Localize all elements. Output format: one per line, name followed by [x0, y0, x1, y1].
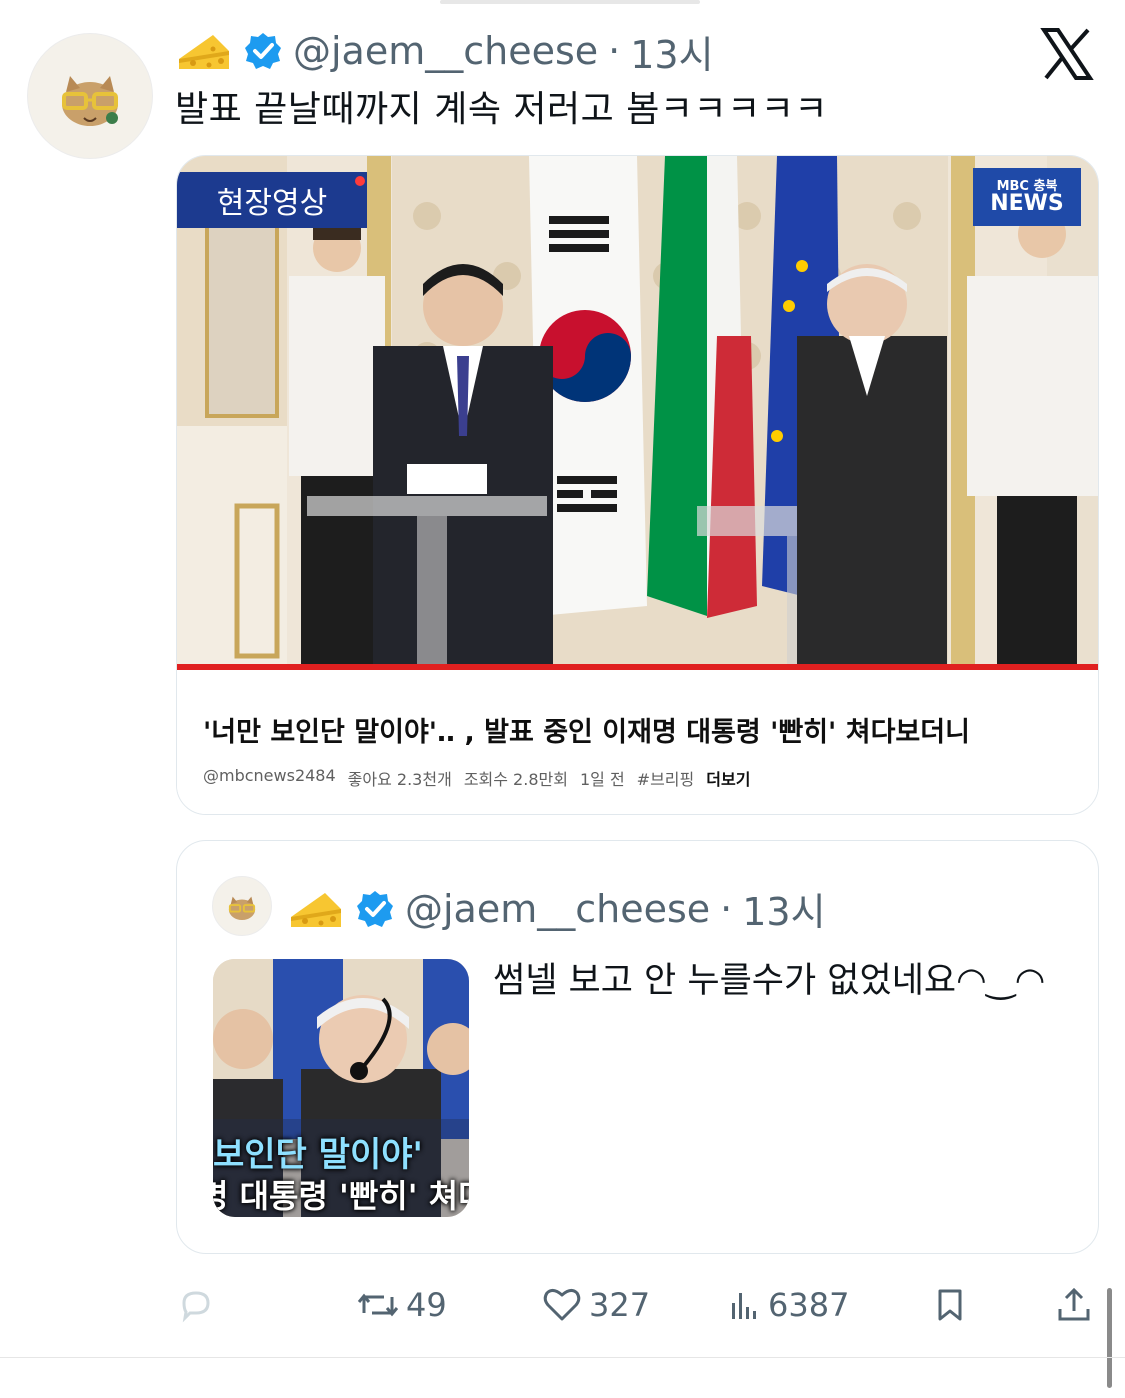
reply-icon: [182, 1291, 210, 1323]
post-text: 발표 끝날때까지 계속 저러고 봄ㅋㅋㅋㅋㅋ: [175, 89, 828, 130]
author-handle[interactable]: @jaem__cheese: [293, 29, 598, 73]
quoted-header-separator: ·: [720, 886, 733, 931]
bookmark-icon: [938, 1289, 962, 1321]
header-separator: ·: [608, 29, 621, 73]
post-timestamp[interactable]: 13시: [630, 24, 713, 79]
more-link[interactable]: 더보기: [706, 766, 750, 790]
repost-button[interactable]: 49: [356, 1280, 447, 1330]
like-button[interactable]: 327: [541, 1280, 650, 1330]
like-count: 327: [589, 1286, 651, 1324]
cheese-icon: [179, 35, 229, 69]
video-meta: @mbcnews2484 좋아요 2.3천개 조회수 2.8만회 1일 전 #브…: [203, 766, 750, 790]
verified-badge-icon: [357, 890, 393, 927]
quoted-post-header: @jaem__cheese · 13시: [287, 881, 826, 936]
news-badge-big: NEWS: [990, 190, 1064, 216]
quoted-author-handle[interactable]: @jaem__cheese: [405, 887, 710, 931]
top-edge-shadow: [440, 0, 700, 4]
reply-button[interactable]: [176, 1280, 222, 1330]
avatar-image: [62, 76, 118, 126]
post-divider: [0, 1357, 1125, 1358]
bookmark-button[interactable]: [932, 1280, 968, 1330]
views-button[interactable]: 6387: [726, 1280, 849, 1330]
quoted-post-text: 썸넬 보고 안 누를수가 없었네요◠‿◠: [493, 961, 1046, 1001]
channel-handle[interactable]: @mbcnews2484: [203, 766, 336, 790]
press-conference-image: [177, 156, 1098, 668]
repost-count: 49: [406, 1286, 447, 1324]
x-logo-icon[interactable]: [1040, 28, 1094, 80]
quoted-avatar-image: [228, 896, 256, 921]
quoted-media-thumbnail[interactable]: 보인단 말이야' 명 대통령 '빤히' 쳐다: [213, 959, 469, 1217]
hashtag-link[interactable]: #브리핑: [637, 766, 695, 790]
video-thumbnail[interactable]: 현장영상 MBC 충북 NEWS: [177, 156, 1098, 668]
quoted-post-card[interactable]: @jaem__cheese · 13시 보인단 말이야' 명 대통령 '빤히' …: [176, 840, 1099, 1254]
heart-icon: [543, 1288, 581, 1321]
views-count: 6387: [768, 1286, 850, 1324]
video-info: '너만 보인단 말이야'‥ , 발표 중인 이재명 대통령 '빤히' 쳐다보더니…: [177, 670, 1098, 814]
cheese-icon: [291, 892, 341, 927]
mbc-news-logo: MBC 충북 NEWS: [973, 168, 1081, 226]
repost-icon: [357, 1293, 399, 1317]
quoted-post-timestamp[interactable]: 13시: [742, 881, 825, 936]
post-action-bar: 49 327 6387: [176, 1280, 1096, 1330]
verified-badge-icon[interactable]: [243, 31, 283, 71]
like-count-text: 좋아요 2.3천개: [347, 770, 452, 789]
share-icon: [1058, 1287, 1090, 1321]
quoted-author-avatar[interactable]: [212, 876, 272, 936]
author-avatar[interactable]: [27, 33, 153, 159]
upload-age: 1일 전: [579, 770, 625, 789]
share-button[interactable]: [1054, 1280, 1094, 1330]
thumbnail-caption-line1: 보인단 말이야': [213, 1135, 423, 1175]
thumbnail-caption-line2: 명 대통령 '빤히' 쳐다: [213, 1177, 469, 1215]
post-header: @jaem__cheese · 13시: [175, 22, 714, 80]
live-indicator-dot: [355, 176, 365, 186]
video-title[interactable]: '너만 보인단 말이야'‥ , 발표 중인 이재명 대통령 '빤히' 쳐다보더니: [203, 710, 970, 749]
scrollbar[interactable]: [1107, 1288, 1112, 1388]
views-chart-icon: [732, 1293, 756, 1319]
live-footage-badge: 현장영상: [177, 172, 367, 228]
live-badge-label: 현장영상: [216, 186, 328, 221]
view-count-text: 조회수 2.8만회: [463, 770, 568, 789]
video-card[interactable]: 현장영상 MBC 충북 NEWS '너만 보인단 말이야'‥ , 발표 중인 이…: [176, 155, 1099, 815]
